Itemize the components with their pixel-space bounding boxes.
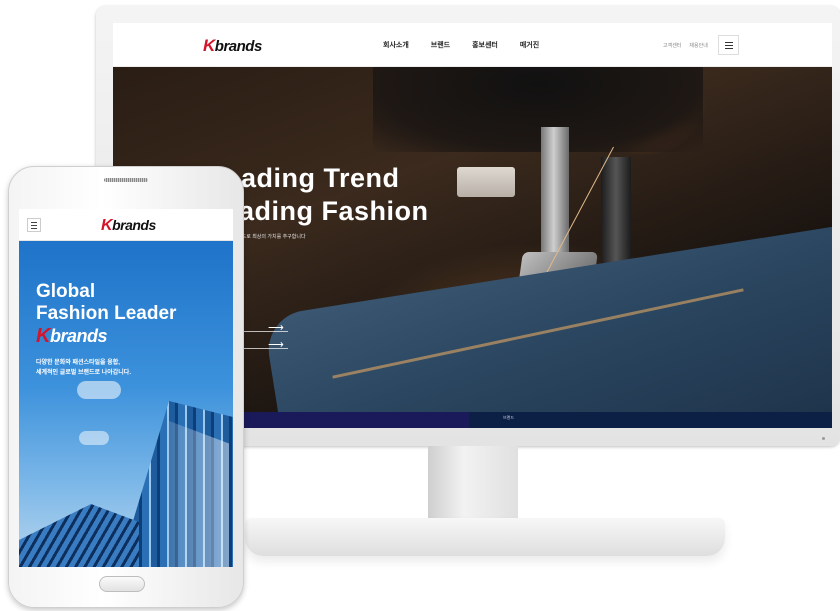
utility-links: 고객센터 채용안내 xyxy=(663,42,708,49)
logo-k: K xyxy=(203,36,215,55)
brand-text: brands xyxy=(49,326,108,346)
desktop-header: Kbrands 회사소개 브랜드 홍보센터 매거진 고객센터 채용안내 xyxy=(113,23,832,67)
mobile-hero-desc-2: 세계적인 글로벌 브랜드로 나아갑니다. xyxy=(36,370,131,376)
logo-k: K xyxy=(101,217,113,234)
mobile-header: Kbrands xyxy=(19,209,233,241)
hero-subtext: 랜드로 최상의 가치를 추구합니다 xyxy=(237,234,306,240)
machine-head-shape xyxy=(373,67,703,152)
phone-speaker xyxy=(104,178,148,182)
nav-item-brand[interactable]: 브랜드 xyxy=(431,40,450,50)
mobile-hero-banner: Global Fashion Leader Kbrands 다양한 문화와 패션… xyxy=(19,241,233,567)
nav-item-magazine[interactable]: 매거진 xyxy=(520,40,539,50)
mobile-hero-title-2: Fashion Leader xyxy=(36,303,177,324)
power-led xyxy=(822,437,825,440)
mobile-hero-title-1: Global xyxy=(36,281,96,302)
arrow-right-icon: ⟶ xyxy=(268,322,284,334)
logo-text: brands xyxy=(214,38,263,55)
hero-headline-2: ading Fashion xyxy=(239,196,429,226)
cloud-shape xyxy=(77,381,121,399)
desktop-nav: 회사소개 브랜드 홍보센터 매거진 xyxy=(383,40,539,50)
mobile-screen: Kbrands Global Fashion Leader Kbrands 다양… xyxy=(19,209,233,567)
hamburger-menu-icon[interactable] xyxy=(718,35,739,55)
hamburger-menu-icon[interactable] xyxy=(27,218,41,232)
mobile-logo[interactable]: Kbrands xyxy=(101,217,156,235)
util-customer-center[interactable]: 고객센터 xyxy=(663,42,681,49)
monitor-stand-neck xyxy=(428,446,518,520)
machine-light-shape xyxy=(457,167,515,197)
mobile-hero-desc-1: 다양한 문화와 패션스타일을 융합, xyxy=(36,360,120,366)
nav-item-pr-center[interactable]: 홍보센터 xyxy=(472,40,498,50)
phone-home-button[interactable] xyxy=(99,576,145,592)
cloud-shape xyxy=(79,431,109,445)
glass-reflection-shape xyxy=(169,421,229,567)
hero-headline-1: ading Trend xyxy=(241,163,400,193)
monitor-stand-base xyxy=(245,518,725,556)
mobile-hero-brand: Kbrands xyxy=(36,325,107,348)
building-shape xyxy=(19,504,139,567)
arrow-right-icon: ⟶ xyxy=(268,339,284,351)
logo-text: brands xyxy=(112,217,156,233)
nav-item-company[interactable]: 회사소개 xyxy=(383,40,409,50)
device-mockup: Kbrands 회사소개 브랜드 홍보센터 매거진 고객센터 채용안내 adin… xyxy=(0,0,840,611)
desktop-logo[interactable]: Kbrands xyxy=(203,36,262,56)
bottom-bar-label[interactable]: 브랜드 xyxy=(503,415,514,421)
brand-k: K xyxy=(36,325,50,347)
util-careers[interactable]: 채용안내 xyxy=(689,42,707,49)
